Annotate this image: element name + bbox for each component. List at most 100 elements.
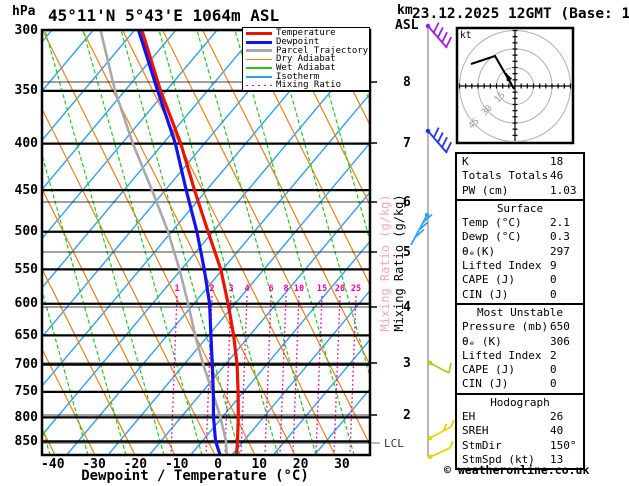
pressure-tick-label: 450 (14, 182, 38, 198)
table-row: CAPE (J) 0 (457, 273, 583, 287)
table-row-value: 18 (550, 155, 564, 168)
km-tick-label: 3 (403, 355, 411, 371)
altitude-axis-unit: km (397, 3, 413, 18)
station-title: 45°11'N 5°43'E 1064m ASL (48, 6, 280, 25)
table-row-label: K (462, 155, 469, 168)
table-section: Surface Temp (°C) 2.1 Dewp (°C) 0.3 θₑ(K) 297 L… (457, 198, 583, 303)
table-row: EH 26 (457, 410, 583, 424)
km-tick-label: 7 (403, 135, 411, 151)
table-row-value: 0 (550, 287, 557, 301)
wind-barb-icon (427, 360, 452, 374)
table-row: θₑ (K) 306 (457, 335, 583, 349)
table-row-value: 297 (550, 244, 570, 258)
mixing-ratio-value-label: 4 (244, 284, 250, 294)
table-row: CAPE (J) 0 (457, 363, 583, 377)
wind-barb-icon (425, 127, 453, 154)
table-row-value: 46 (550, 169, 564, 183)
table-section: K 18 Totals Totals 46 PW (cm) 1.03 (457, 154, 583, 199)
pressure-tick-label: 850 (14, 433, 38, 449)
table-row-value: 1.03 (550, 183, 577, 197)
pressure-tick-label: 750 (14, 384, 38, 400)
legend-line-swatch (246, 58, 272, 61)
mixing-ratio-value-label: 2 (209, 284, 215, 294)
table-row-label: CIN (J) (462, 287, 509, 301)
table-row-label: θₑ(K) (462, 244, 496, 258)
copyright: © weatheronline.co.uk (444, 463, 590, 477)
mixing-ratio-axis-ghost: Mixing Ratio (g/kg) (378, 194, 392, 332)
table-section: Hodograph EH 26 SREH 40 StmDir 150° StmSpd (kt)… (457, 392, 583, 468)
legend-row: Mixing Ratio (246, 81, 369, 90)
legend-label: Dewpoint (276, 37, 320, 48)
legend-line-swatch (246, 76, 272, 78)
mixing-ratio-value-label: 25 (350, 284, 362, 294)
km-tick-label: 2 (403, 407, 411, 423)
table-row-label: Temp (°C) (462, 216, 522, 230)
table-row: CIN (J) 0 (457, 288, 583, 302)
wind-barb-icon (427, 440, 454, 460)
sounding-chart-page: 15 30 45 hPa 45°11'N 5°43'E 1064m ASL km A… (0, 0, 629, 486)
mixing-ratio-value-label: 10 (293, 284, 305, 294)
pressure-tick-label: 500 (14, 224, 38, 240)
table-row-value: 150° (550, 438, 577, 452)
hodograph: 153045 (455, 26, 575, 145)
table-row-value: 650 (550, 320, 570, 334)
table-row-value: 0 (550, 363, 557, 377)
wind-barb-column (410, 22, 455, 460)
table-row: Temp (°C) 2.1 (457, 216, 583, 230)
wind-barb-icon (425, 22, 453, 49)
pressure-tick-label: 700 (14, 357, 38, 373)
pressure-tick-label: 550 (14, 261, 38, 277)
table-row: Dewp (°C) 0.3 (457, 230, 583, 244)
indices-table: K 18 Totals Totals 46 PW (cm) 1.03 Surface Temp… (455, 152, 585, 471)
table-row-label: SREH (462, 424, 489, 438)
legend-label: Wet Adiabat (276, 63, 336, 74)
pressure-tick-label: 400 (14, 136, 38, 152)
table-row-value: 2.1 (550, 216, 570, 230)
chart-legend: Temperature Dewpoint Parcel Trajectory Dry … (242, 27, 370, 91)
table-row: K 18 (457, 155, 583, 169)
table-row-value: 26 (550, 410, 564, 424)
table-row-label: CAPE (J) (462, 363, 515, 377)
table-row-label: θₑ (K) (462, 334, 502, 348)
pressure-tick-label: 800 (14, 409, 38, 425)
legend-line-swatch (246, 49, 272, 53)
table-row: StmDir 150° (457, 439, 583, 453)
table-section-header: Surface (496, 201, 544, 215)
table-section: Most Unstable Pressure (mb) 650 θₑ (K) 306 Li… (457, 302, 583, 393)
table-row: Lifted Index 2 (457, 349, 583, 363)
table-row-value: 0 (550, 377, 557, 391)
table-row: PW (cm) 1.03 (457, 184, 583, 198)
pressure-tick-label: 300 (14, 22, 38, 38)
temperature-axis-title: Dewpoint / Temperature (°C) (81, 468, 309, 484)
table-row-label: CAPE (J) (462, 273, 515, 287)
table-section-header: Hodograph (490, 395, 550, 409)
isobar-lines (42, 30, 370, 443)
legend-line-swatch (246, 84, 272, 87)
legend-line-swatch (246, 31, 272, 35)
table-row-value: 40 (550, 424, 564, 438)
mixing-ratio-value-label: 15 (316, 284, 328, 294)
table-row-label: PW (cm) (462, 183, 509, 197)
table-row-label: CIN (J) (462, 377, 509, 391)
table-row-value: 0 (550, 273, 557, 287)
wind-barb-icon (410, 212, 433, 246)
table-row: SREH 40 (457, 424, 583, 438)
table-row: Pressure (mb) 650 (457, 320, 583, 334)
table-row: CIN (J) 0 (457, 377, 583, 391)
pressure-axis-unit: hPa (12, 4, 36, 19)
legend-line-swatch (246, 40, 272, 44)
pressure-tick-label: 600 (14, 296, 38, 312)
table-row-value: 9 (550, 259, 557, 273)
km-tick-label: 8 (403, 74, 411, 90)
table-row-label: Dewp (°C) (462, 230, 522, 244)
wind-barb-icon (427, 419, 455, 441)
table-row-value: 0.3 (550, 230, 570, 244)
table-section-header: Most Unstable (476, 305, 564, 319)
table-row: Lifted Index 9 (457, 259, 583, 273)
height-gridlines (42, 81, 370, 444)
table-row: Totals Totals 46 (457, 169, 583, 183)
run-datetime: 23.12.2025 12GMT (Base: 12) (412, 6, 629, 22)
table-row-label: Lifted Index (462, 348, 542, 362)
table-row-label: EH (462, 410, 476, 424)
table-row: θₑ(K) 297 (457, 245, 583, 259)
